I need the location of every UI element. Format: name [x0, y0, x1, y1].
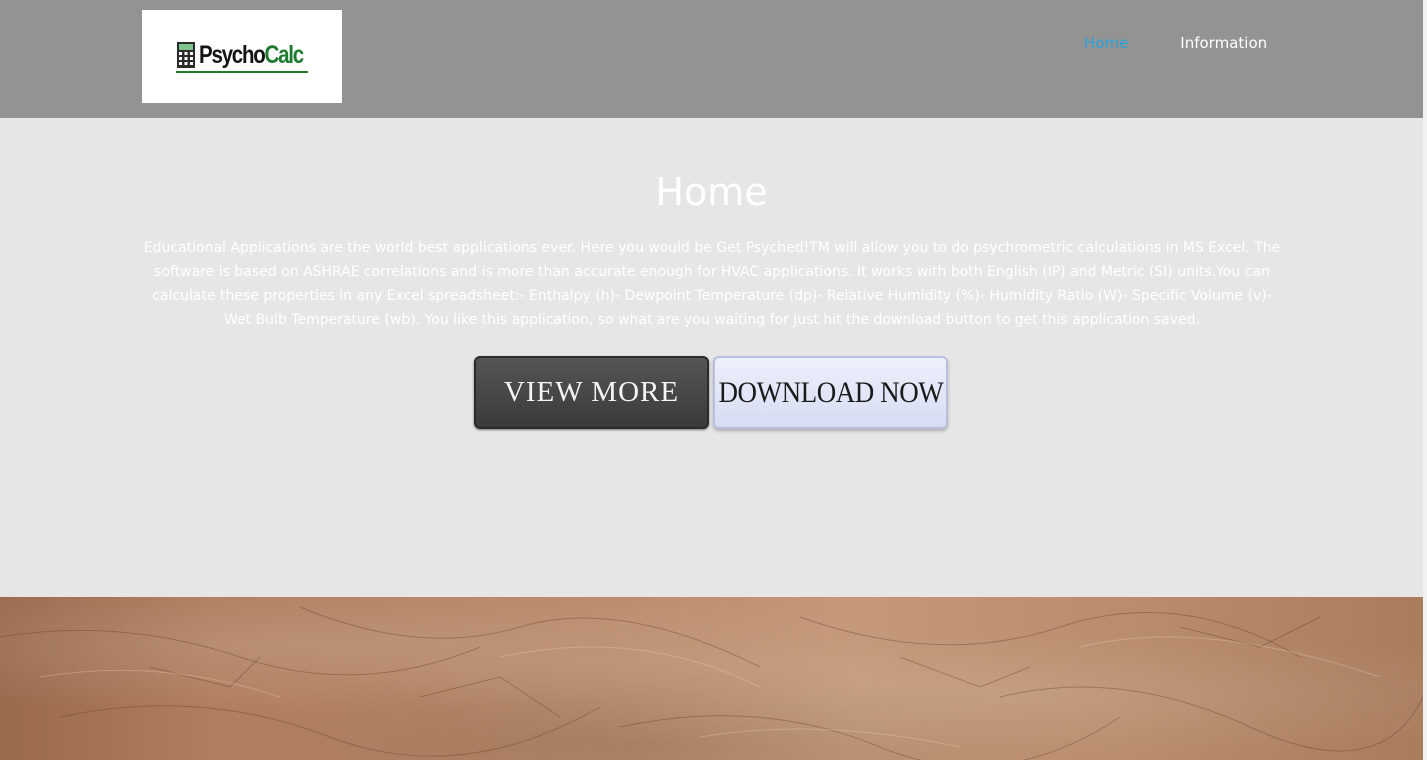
- leather-texture-pattern: [0, 606, 1423, 760]
- hero-buttons: VIEW MORE DOWNLOAD NOW: [474, 356, 948, 429]
- logo-text-calc: Calc: [264, 40, 305, 69]
- scrollbar[interactable]: [1423, 0, 1427, 760]
- logo-text-psycho: Psycho: [199, 40, 266, 69]
- logo[interactable]: PsychoCalc: [142, 10, 342, 103]
- hero-section: Home Educational Applications are the wo…: [0, 118, 1423, 597]
- calculator-icon: [177, 42, 196, 68]
- page-title: Home: [655, 170, 768, 214]
- nav-information-link[interactable]: Information: [1180, 34, 1267, 52]
- view-more-button[interactable]: VIEW MORE: [474, 356, 709, 429]
- nav-home-link[interactable]: Home: [1084, 34, 1128, 52]
- hero-description: Educational Applications are the world b…: [143, 240, 1281, 328]
- main-nav: Home Information: [1084, 34, 1267, 52]
- download-now-button[interactable]: DOWNLOAD NOW: [713, 356, 948, 429]
- download-now-label: DOWNLOAD NOW: [718, 375, 943, 409]
- logo-mark: PsychoCalc: [176, 41, 308, 73]
- logo-text: PsychoCalc: [199, 40, 305, 70]
- site-header: PsychoCalc Home Information: [0, 0, 1423, 118]
- view-more-label: VIEW MORE: [503, 376, 680, 408]
- page: PsychoCalc Home Information Home Educati…: [0, 0, 1427, 760]
- leather-texture-section: [0, 597, 1423, 760]
